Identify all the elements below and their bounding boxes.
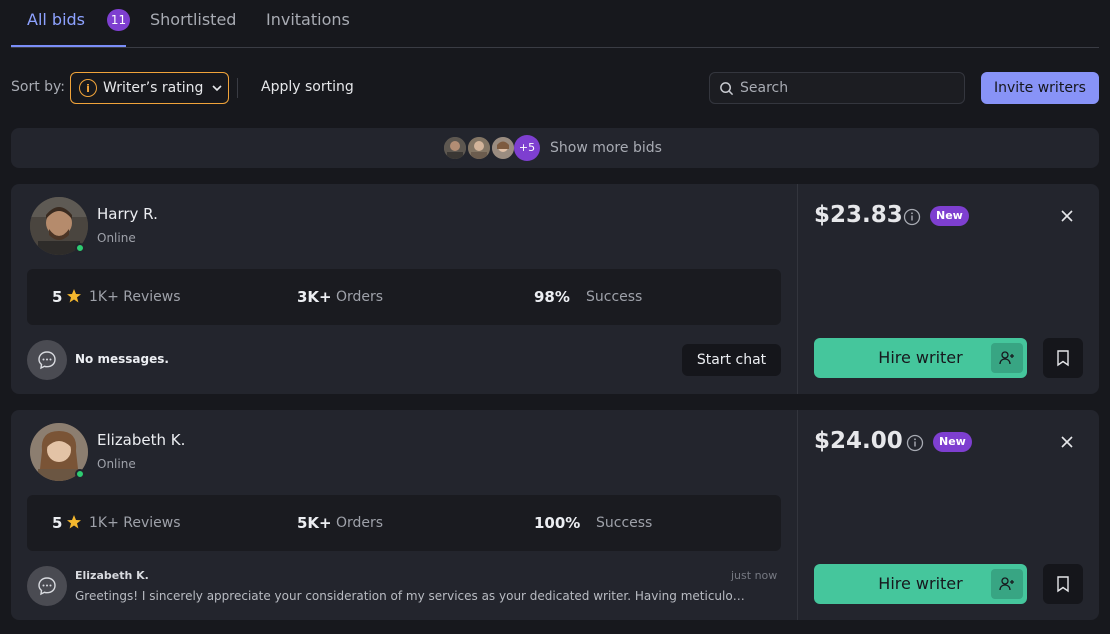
online-status-dot [75,243,85,253]
writer-stats: 5 1K+ Reviews 3K+ Orders 98% Success [27,269,781,325]
writer-stats: 5 1K+ Reviews 5K+ Orders 100% Success [27,495,781,551]
star-icon [67,515,81,529]
rating-value: 5 [52,288,63,306]
bid-card: Elizabeth K. Online 5 1K+ Reviews 5K+ Or… [11,410,1099,620]
tab-invitations[interactable]: Invitations [266,10,350,30]
avatar [490,135,516,161]
chevron-down-icon [212,85,222,92]
orders-count: 5K+ [297,514,332,532]
tab-all-bids-label: All bids [27,10,86,29]
start-chat-button[interactable]: Start chat [682,344,781,376]
tab-all-bids[interactable]: All bids [27,10,85,30]
bids-count-badge: 11 [107,9,130,31]
new-badge: New [930,206,969,226]
orders-label: Orders [336,515,384,531]
message-preview[interactable]: Greetings! I sincerely appreciate your c… [75,589,745,603]
more-bidders-count: +5 [514,135,540,161]
writer-status: Online [97,457,136,471]
add-user-icon [991,343,1023,373]
avatar [466,135,492,161]
show-more-bids-label: Show more bids [550,140,662,156]
chat-bubble-icon [38,577,56,596]
reviews-count: 1K+ Reviews [89,515,181,531]
reviews-count: 1K+ Reviews [89,289,181,305]
bid-card: Harry R. Online 5 1K+ Reviews 3K+ Orders… [11,184,1099,394]
bookmark-icon [1057,350,1069,367]
new-badge: New [933,432,972,452]
info-icon: i [79,79,97,97]
orders-label: Orders [336,289,384,305]
add-user-icon [991,569,1023,599]
bookmark-button[interactable] [1043,564,1083,604]
active-tab-indicator [11,45,126,47]
message-timestamp: just now [731,569,778,582]
online-status-dot [75,469,85,479]
tab-shortlisted[interactable]: Shortlisted [150,10,236,30]
success-label: Success [586,289,643,305]
toolbar-divider [237,78,238,98]
bookmark-button[interactable] [1043,338,1083,378]
bid-tabs: All bids 11 Shortlisted Invitations [11,0,1099,48]
success-label: Success [596,515,653,531]
info-icon[interactable] [906,434,924,452]
chat-avatar [27,340,67,380]
sort-label: Sort by: [11,79,66,95]
writer-name[interactable]: Harry R. [97,205,158,223]
hire-writer-button[interactable]: Hire writer [814,564,1027,604]
writer-name[interactable]: Elizabeth K. [97,431,185,449]
writer-status: Online [97,231,136,245]
card-divider [797,184,798,394]
chat-avatar [27,566,67,606]
close-icon[interactable] [1060,435,1074,449]
avatar [442,135,468,161]
info-icon[interactable] [903,208,921,226]
sort-value: Writer’s rating [103,80,204,96]
rating-value: 5 [52,514,63,532]
close-icon[interactable] [1060,209,1074,223]
message-sender: Elizabeth K. [75,569,149,582]
search-input[interactable] [740,80,940,96]
success-rate: 100% [534,514,581,532]
card-divider [797,410,798,620]
bid-price: $23.83 [814,202,903,228]
bid-price: $24.00 [814,428,903,454]
search-box[interactable] [709,72,965,104]
no-messages-text: No messages. [75,352,169,366]
orders-count: 3K+ [297,288,332,306]
star-icon [67,289,81,303]
apply-sorting-button[interactable]: Apply sorting [261,79,354,95]
success-rate: 98% [534,288,570,306]
chat-bubble-icon [38,351,56,370]
search-icon [720,81,734,95]
invite-writers-button[interactable]: Invite writers [981,72,1099,104]
sort-dropdown[interactable]: i Writer’s rating [70,72,229,104]
hire-writer-button[interactable]: Hire writer [814,338,1027,378]
bookmark-icon [1057,576,1069,593]
